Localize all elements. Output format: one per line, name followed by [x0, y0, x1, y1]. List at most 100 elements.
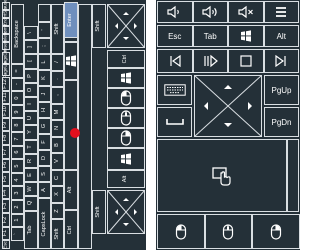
pagedown-button[interactable]: PgDn [264, 107, 299, 137]
key-a-row-9[interactable]: ; [38, 38, 51, 54]
key-f11[interactable]: F11 [2, 90, 10, 105]
key-a-row-3[interactable]: F [38, 134, 51, 150]
key-shift-top[interactable]: Shift [92, 4, 106, 48]
mouse-right-button[interactable] [252, 214, 300, 249]
next-track-button[interactable] [263, 49, 299, 73]
key-f12[interactable]: F12 [2, 77, 10, 91]
key-z-row-9[interactable]: / [51, 54, 64, 71]
key-capslock[interactable]: CapsLock [38, 198, 51, 249]
key-f8[interactable]: F8 [2, 131, 10, 145]
alt-button[interactable]: Alt [263, 25, 299, 47]
key-digit-8[interactable]: 8 [11, 118, 24, 132]
key-alt-bottom[interactable]: Alt [107, 170, 145, 188]
previous-track-button[interactable] [157, 49, 193, 73]
menu-button[interactable] [263, 1, 299, 23]
key-digit-6[interactable]: 6 [11, 145, 24, 160]
key-enter[interactable]: Enter [64, 2, 78, 38]
key-shift-left[interactable]: Shift [51, 219, 64, 249]
key-mouse-middle[interactable] [107, 108, 145, 128]
key-a-row-7[interactable]: K [38, 70, 51, 86]
key-f3[interactable]: F3 [2, 199, 10, 213]
touchpad-scrollbar[interactable] [287, 139, 299, 212]
key-column-right[interactable] [78, 4, 92, 249]
key-z-row-7[interactable]: , [51, 87, 64, 104]
key-pageup[interactable]: PageUp [2, 62, 10, 78]
key-f10[interactable]: F10 [2, 104, 10, 118]
key-q-row-8[interactable]: O [24, 82, 38, 97]
key-a-row-4[interactable]: G [38, 118, 51, 134]
arrow-keys-pad[interactable] [107, 4, 145, 48]
key-q-row-4[interactable]: T [24, 139, 38, 154]
key-a-row-6[interactable]: J [38, 86, 51, 102]
key-shift-bottom-2[interactable]: Shift [92, 190, 106, 234]
key-q-row-3[interactable]: R [24, 153, 38, 168]
key-a-row-1[interactable]: S [38, 166, 51, 182]
key-digit-5[interactable]: 5 [11, 159, 24, 173]
space-button[interactable] [157, 107, 192, 137]
key-a-row-2[interactable]: D [38, 150, 51, 166]
key-mouse-left[interactable] [107, 88, 145, 108]
key-q-row-2[interactable]: E [24, 168, 38, 183]
key-z-row-4[interactable]: B [51, 136, 64, 153]
key-digit-7[interactable]: 7 [11, 132, 24, 146]
key-a-row-8[interactable]: L [38, 54, 51, 70]
key-digit-12[interactable]: = [11, 64, 24, 78]
key-q-row-1[interactable]: W [24, 182, 38, 197]
key-backtick[interactable]: ` [11, 227, 24, 241]
key-win-bottom[interactable] [107, 148, 145, 170]
key-digit-10[interactable]: 0 [11, 91, 24, 105]
volume-down-button[interactable] [157, 1, 193, 23]
key-prtsc[interactable]: PrtSc [2, 8, 10, 20]
key-f6[interactable]: F6 [2, 158, 10, 173]
key-digit-11[interactable]: - [11, 77, 24, 92]
pageup-button[interactable]: PgUp [264, 75, 299, 105]
key-f2[interactable]: F2 [2, 213, 10, 227]
mute-button[interactable] [228, 1, 264, 23]
key-backspace[interactable]: Backspace [11, 4, 24, 64]
key-q-row-12[interactable]: \ [24, 26, 38, 41]
key-a-row-5[interactable]: H [38, 102, 51, 118]
key-a-row-10[interactable]: ' [38, 22, 51, 38]
volume-up-button[interactable] [192, 1, 228, 23]
key-tab[interactable]: Tab [24, 211, 38, 249]
key-digit-9[interactable]: 9 [11, 104, 24, 119]
key-z-row-3[interactable]: V [51, 153, 64, 170]
key-q-row-11[interactable]: ] [24, 40, 38, 55]
key-digit-2[interactable]: 2 [11, 200, 24, 214]
key-z-row-0[interactable]: Z [51, 202, 64, 219]
key-f1[interactable]: F1 [2, 226, 10, 241]
key-f7[interactable]: F7 [2, 145, 10, 159]
windows-button[interactable] [228, 25, 264, 47]
key-q-row-6[interactable]: U [24, 111, 38, 126]
key-mouse-right[interactable] [107, 128, 145, 148]
key-digit-3[interactable]: 3 [11, 186, 24, 200]
key-shift-right[interactable]: Shift [51, 4, 64, 54]
touchpad[interactable] [157, 139, 287, 212]
key-space[interactable] [64, 80, 78, 170]
key-q-row-10[interactable]: [ [24, 54, 38, 69]
stop-button[interactable] [228, 49, 264, 73]
key-q-row-9[interactable]: P [24, 68, 38, 83]
play-pause-button[interactable] [192, 49, 228, 73]
key-q-row-0[interactable]: Q [24, 196, 38, 211]
key-z-row-5[interactable]: N [51, 120, 64, 137]
mouse-middle-button[interactable] [204, 214, 253, 249]
key-q-row-5[interactable]: Y [24, 125, 38, 140]
key-ctrl-left[interactable]: Ctrl [64, 210, 78, 249]
key-z-row-2[interactable]: C [51, 169, 64, 186]
esc-button[interactable]: Esc [157, 25, 193, 47]
mouse-left-button[interactable] [157, 214, 205, 249]
key-digit-1[interactable]: 1 [11, 213, 24, 228]
keyboard-toggle-button[interactable] [157, 75, 192, 105]
arrow-keys-pad-bottom[interactable] [107, 190, 145, 234]
tab-button[interactable]: Tab [192, 25, 228, 47]
key-win-top[interactable] [107, 68, 145, 88]
key-f4[interactable]: F4 [2, 185, 10, 200]
key-f9[interactable]: F9 [2, 117, 10, 132]
key-alt-left[interactable]: Alt [64, 170, 78, 210]
key-esc[interactable]: Esc [2, 240, 10, 249]
key-z-row-1[interactable]: X [51, 186, 64, 203]
key-digit-4[interactable]: 4 [11, 172, 24, 187]
key-z-row-8[interactable]: . [51, 70, 64, 87]
direction-pad[interactable] [194, 75, 262, 137]
